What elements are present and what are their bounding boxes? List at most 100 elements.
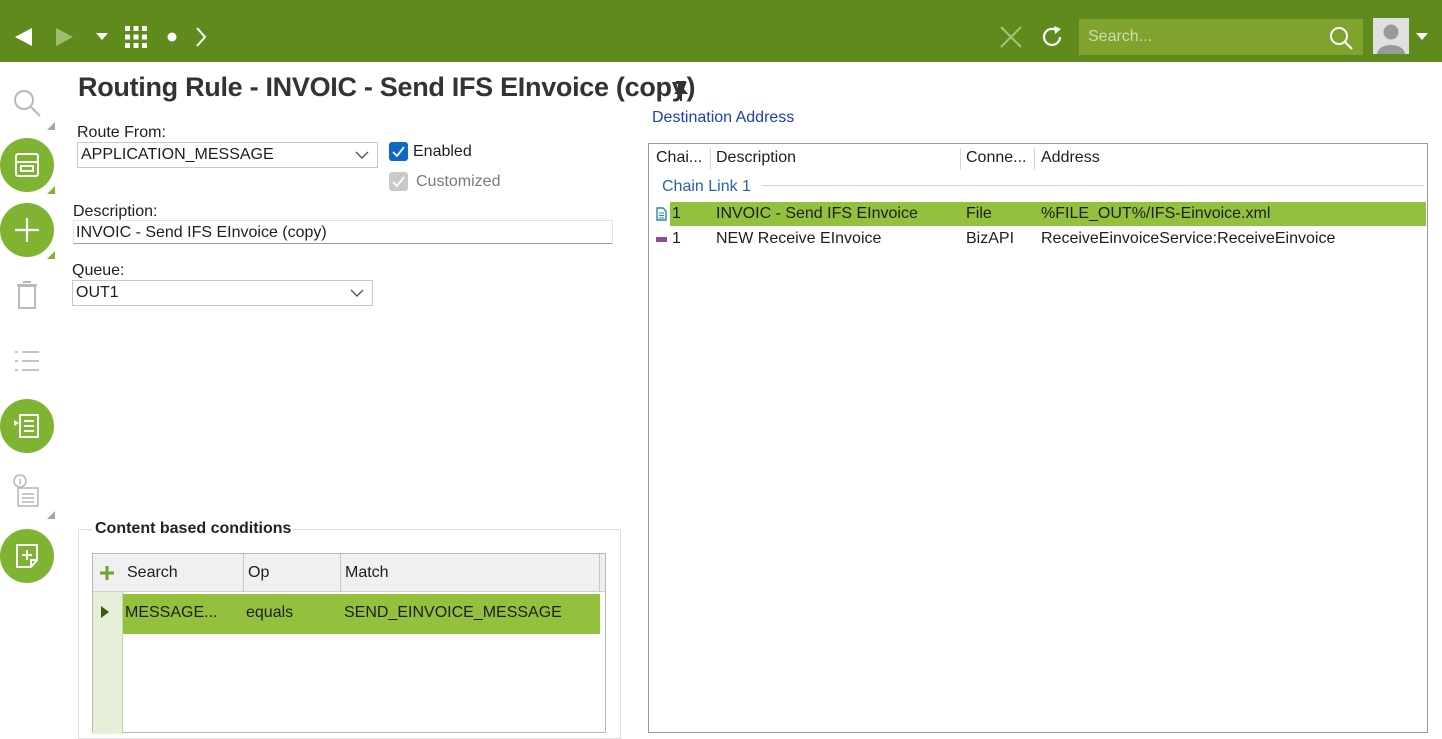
new-command[interactable]	[0, 203, 54, 257]
user-icon	[1373, 18, 1409, 54]
top-toolbar	[0, 0, 1442, 62]
column-header-address[interactable]: Address	[1041, 149, 1100, 167]
current-row-arrow-icon	[101, 606, 109, 618]
history-dropdown-button[interactable]	[94, 20, 110, 54]
form-icon	[15, 153, 39, 177]
page-title: Routing Rule - INVOIC - Send IFS EInvoic…	[78, 72, 696, 102]
add-note-icon	[16, 544, 38, 568]
checkmark-icon	[392, 146, 405, 157]
row-description: INVOIC - Send IFS EInvoice	[716, 205, 918, 222]
chevron-right-icon	[196, 27, 207, 47]
command-sidebar	[0, 62, 60, 726]
chevron-down-icon	[350, 289, 364, 297]
forward-button[interactable]	[52, 20, 76, 54]
enabled-label: Enabled	[413, 143, 472, 160]
column-divider[interactable]	[243, 554, 244, 592]
enabled-checkbox[interactable]	[389, 142, 408, 161]
list-icon	[15, 351, 39, 371]
row-connector: File	[966, 205, 992, 222]
corner-marker-icon	[47, 122, 55, 130]
route-from-value: APPLICATION_MESSAGE	[81, 146, 274, 163]
pin-icon	[674, 81, 688, 101]
corner-marker-icon	[47, 186, 55, 194]
grid-header: Search Op Match	[93, 554, 605, 592]
delete-command[interactable]	[0, 268, 54, 322]
pin-button[interactable]	[672, 80, 690, 107]
row-chain: 1	[672, 230, 681, 247]
column-divider[interactable]	[960, 148, 961, 170]
refresh-button[interactable]	[1038, 20, 1066, 54]
caret-down-icon	[96, 33, 108, 40]
column-divider[interactable]	[710, 148, 711, 170]
conditions-grid: Search Op Match MESSAGE... equals SEND_E…	[92, 553, 606, 734]
forward-arrow-icon	[56, 28, 73, 46]
apps-grid-button[interactable]	[122, 20, 150, 54]
bizapi-icon	[656, 237, 667, 242]
breadcrumb-chevron[interactable]	[192, 20, 210, 54]
close-button[interactable]	[998, 20, 1024, 54]
info-command[interactable]	[0, 464, 54, 518]
chevron-down-icon	[355, 151, 369, 159]
row-description: NEW Receive EInvoice	[716, 230, 882, 247]
table-row[interactable]: 1 NEW Receive EInvoice BizAPI ReceiveEin…	[649, 227, 1427, 251]
details-icon	[14, 414, 39, 438]
add-document-command[interactable]	[0, 529, 54, 583]
customized-checkbox	[389, 172, 408, 191]
search-icon	[14, 90, 41, 117]
queue-label: Queue:	[72, 262, 125, 279]
row-chain: 1	[672, 205, 681, 222]
group-divider	[762, 185, 1424, 186]
plus-icon	[15, 218, 39, 242]
search-input[interactable]	[1088, 19, 1318, 55]
breadcrumb-dot	[164, 20, 180, 54]
queue-value: OUT1	[76, 284, 119, 301]
close-icon	[1000, 26, 1022, 48]
add-row-icon[interactable]	[99, 565, 115, 581]
search-icon[interactable]	[1329, 26, 1353, 50]
user-menu-dropdown[interactable]	[1414, 20, 1430, 54]
corner-marker-icon	[47, 251, 55, 259]
refresh-icon	[1042, 26, 1062, 46]
column-divider[interactable]	[1034, 148, 1035, 170]
global-search[interactable]	[1079, 19, 1363, 55]
trash-icon	[17, 281, 37, 309]
avatar[interactable]	[1373, 18, 1409, 54]
column-header-description[interactable]: Description	[716, 149, 796, 167]
customized-label: Customized	[416, 173, 501, 190]
queue-select[interactable]: OUT1	[72, 280, 373, 306]
description-value: INVOIC - Send IFS EInvoice (copy)	[76, 224, 327, 241]
file-icon	[656, 207, 667, 221]
table-row[interactable]: MESSAGE... equals SEND_EINVOICE_MESSAGE	[123, 594, 600, 634]
column-header-connector[interactable]: Conne...	[966, 149, 1026, 167]
row-connector: BizAPI	[966, 230, 1015, 247]
content-conditions-title: Content based conditions	[93, 520, 294, 538]
back-arrow-icon	[15, 28, 32, 46]
checkmark-icon	[392, 176, 405, 187]
corner-marker-icon	[47, 511, 55, 519]
row-address: %FILE_OUT%/IFS-Einvoice.xml	[1041, 205, 1271, 222]
edit-command[interactable]	[0, 138, 54, 192]
row-address: ReceiveEinvoiceService:ReceiveEinvoice	[1041, 230, 1336, 247]
description-label: Description:	[73, 203, 158, 220]
column-divider[interactable]	[340, 554, 341, 592]
column-header-op[interactable]: Op	[248, 564, 269, 582]
info-document-icon	[13, 474, 39, 507]
row-match: SEND_EINVOICE_MESSAGE	[344, 604, 562, 621]
table-row[interactable]: 1 INVOIC - Send IFS EInvoice File %FILE_…	[649, 202, 1427, 226]
detail-list-command[interactable]	[0, 399, 54, 453]
column-divider[interactable]	[599, 554, 600, 592]
search-command[interactable]	[0, 76, 54, 130]
column-header-match[interactable]: Match	[345, 564, 389, 582]
column-header-search[interactable]: Search	[127, 564, 178, 582]
back-button[interactable]	[10, 20, 36, 54]
column-header-chain[interactable]: Chai...	[656, 149, 702, 167]
chain-group-label: Chain Link 1	[662, 178, 751, 195]
row-indicator-column	[93, 592, 123, 734]
description-field[interactable]: INVOIC - Send IFS EInvoice (copy)	[73, 220, 613, 244]
route-from-select[interactable]: APPLICATION_MESSAGE	[77, 142, 378, 168]
row-search: MESSAGE...	[125, 604, 218, 621]
destination-address-list: Chai... Description Conne... Address Cha…	[648, 143, 1428, 733]
list-command[interactable]	[0, 334, 54, 388]
destination-address-link[interactable]: Destination Address	[652, 109, 794, 127]
caret-down-icon	[1416, 33, 1428, 40]
